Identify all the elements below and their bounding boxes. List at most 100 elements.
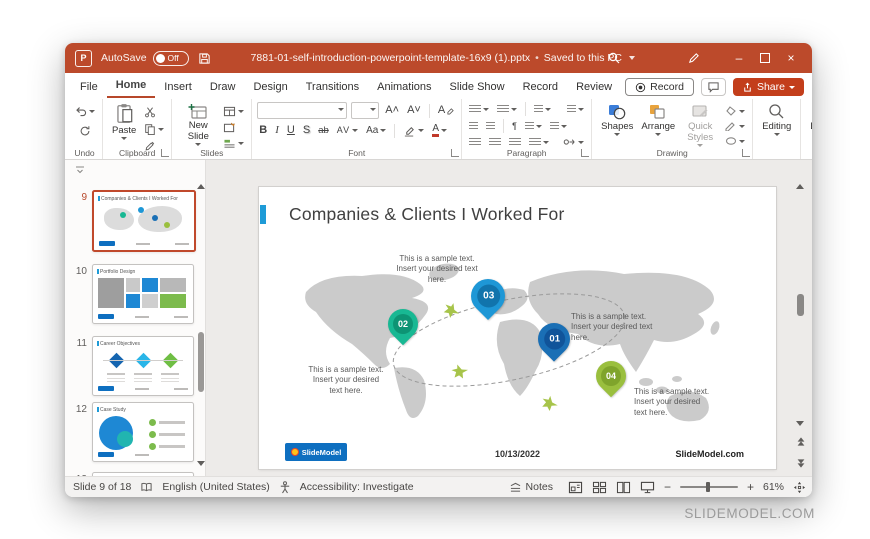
layout-button[interactable] [221, 105, 246, 118]
minimize-button[interactable]: – [726, 43, 752, 73]
decrease-indent-button[interactable] [467, 121, 480, 132]
shape-fill-button[interactable] [723, 105, 747, 117]
search-icon[interactable] [607, 51, 621, 65]
zoom-slider[interactable] [679, 482, 738, 492]
next-slide-button[interactable] [797, 459, 805, 468]
accessibility-status[interactable]: Accessibility: Investigate [300, 481, 414, 493]
record-button[interactable]: Record [625, 78, 694, 96]
copy-button[interactable] [142, 122, 166, 136]
reading-view-button[interactable] [616, 481, 631, 494]
numbering-button[interactable] [495, 104, 519, 115]
language-indicator[interactable]: English (United States) [162, 481, 269, 493]
scrollbar-thumb[interactable] [797, 294, 804, 316]
shape-outline-button[interactable] [723, 120, 747, 132]
paragraph-dialog-launcher[interactable] [581, 149, 590, 157]
spell-check-icon[interactable] [140, 481, 153, 493]
scroll-up-icon[interactable] [197, 184, 205, 189]
change-case-button[interactable]: Aa [364, 125, 388, 137]
font-color-button[interactable]: A [430, 123, 449, 138]
thumbnail-row-9[interactable]: 9 Companies & Clients I Worked For [65, 190, 196, 252]
align-right-button[interactable] [507, 137, 523, 148]
justify-button[interactable] [527, 137, 551, 148]
notes-button[interactable]: Notes [509, 481, 553, 493]
font-name-combo[interactable] [257, 102, 348, 119]
shape-effects-button[interactable] [723, 135, 747, 147]
repeat-button[interactable] [77, 124, 93, 138]
font-dialog-launcher[interactable] [451, 149, 460, 157]
character-spacing-button[interactable]: AV [335, 125, 360, 136]
clear-formatting-button[interactable]: A [436, 104, 456, 117]
pen-icon[interactable] [687, 52, 700, 65]
bold-button[interactable]: B [257, 124, 269, 137]
close-button[interactable]: × [778, 43, 804, 73]
tab-design[interactable]: Design [244, 77, 296, 98]
slide-sorter-view-button[interactable] [592, 481, 607, 494]
slide-9-thumbnail[interactable]: Companies & Clients I Worked For [92, 190, 196, 252]
thumbnail-row-10[interactable]: 10 Portfolio Design [65, 264, 194, 324]
caption-text-right[interactable]: This is a sample text. Insert your desir… [571, 312, 653, 343]
tab-transitions[interactable]: Transitions [297, 77, 368, 98]
document-title[interactable]: 7881-01-self-introduction-powerpoint-tem… [251, 52, 636, 64]
quick-styles-button[interactable]: Quick Styles [679, 102, 721, 148]
scroll-down-icon[interactable] [796, 421, 804, 426]
previous-slide-button[interactable] [797, 437, 805, 446]
align-center-button[interactable] [487, 137, 503, 148]
slide-footer-site[interactable]: SlideModel.com [675, 449, 744, 459]
ribbon-pin-icon[interactable] [75, 162, 85, 180]
editing-button[interactable]: Editing [758, 102, 795, 137]
tab-home[interactable]: Home [106, 75, 156, 98]
thumbnail-row-12[interactable]: 12 Case Study [65, 402, 194, 462]
slide-indicator[interactable]: Slide 9 of 18 [73, 481, 131, 493]
save-icon[interactable] [198, 52, 211, 65]
share-button[interactable]: Share [732, 78, 804, 96]
zoom-slider-thumb[interactable] [705, 482, 710, 492]
scrollbar-thumb[interactable] [198, 332, 204, 392]
tab-draw[interactable]: Draw [201, 77, 245, 98]
paragraph-marks-button[interactable]: ¶ [510, 121, 519, 132]
new-slide-button[interactable]: New Slide [177, 102, 219, 147]
bullets-button[interactable] [467, 104, 491, 115]
arrange-button[interactable]: Arrange [637, 102, 679, 137]
scroll-up-icon[interactable] [796, 184, 804, 189]
maximize-button[interactable] [752, 43, 778, 73]
zoom-level[interactable]: 61% [763, 481, 784, 493]
text-direction-button[interactable] [565, 104, 586, 115]
align-left-button[interactable] [467, 137, 483, 148]
slide-12-thumbnail[interactable]: Case Study [92, 402, 194, 462]
undo-button[interactable] [72, 104, 97, 118]
columns-button[interactable] [523, 121, 544, 132]
text-highlight-button[interactable] [401, 124, 426, 138]
caption-text-top[interactable]: This is a sample text. Insert your desir… [394, 254, 480, 285]
thumbnail-row-11[interactable]: 11 Career Objectives [65, 336, 194, 396]
accessibility-icon[interactable] [279, 480, 291, 494]
shapes-button[interactable]: Shapes [597, 102, 637, 137]
slide-10-thumbnail[interactable]: Portfolio Design [92, 264, 194, 324]
tab-insert[interactable]: Insert [155, 77, 201, 98]
caption-text-bottom-right[interactable]: This is a sample text. Insert your desir… [634, 387, 714, 418]
paste-button[interactable]: Paste [108, 102, 140, 141]
italic-button[interactable]: I [273, 124, 281, 137]
tab-review[interactable]: Review [567, 77, 621, 98]
cut-button[interactable] [142, 105, 166, 119]
strikethrough-button[interactable]: ab [316, 125, 331, 137]
decrease-font-size-button[interactable]: A˅ [405, 104, 423, 117]
convert-to-smartart-button[interactable] [561, 136, 586, 148]
text-shadow-button[interactable]: S [301, 124, 312, 137]
zoom-in-button[interactable]: + [747, 480, 754, 494]
tab-record[interactable]: Record [514, 77, 567, 98]
thumbnail-scrollbar[interactable] [197, 184, 205, 466]
line-spacing-button[interactable] [532, 104, 553, 115]
tab-slide-show[interactable]: Slide Show [441, 77, 514, 98]
clipboard-dialog-launcher[interactable] [161, 149, 170, 157]
designer-button[interactable]: Designer [806, 102, 812, 134]
comments-button[interactable] [700, 78, 726, 96]
scroll-down-icon[interactable] [197, 461, 205, 466]
main-scrollbar[interactable] [794, 184, 806, 468]
increase-indent-button[interactable] [484, 121, 497, 132]
slide-title[interactable]: Companies & Clients I Worked For [289, 204, 564, 225]
underline-button[interactable]: U [285, 124, 297, 137]
autosave-toggle[interactable]: Off [152, 50, 189, 66]
caption-text-left[interactable]: This is a sample text. Insert your desir… [307, 365, 385, 396]
tab-animations[interactable]: Animations [368, 77, 440, 98]
slideshow-view-button[interactable] [640, 481, 655, 494]
